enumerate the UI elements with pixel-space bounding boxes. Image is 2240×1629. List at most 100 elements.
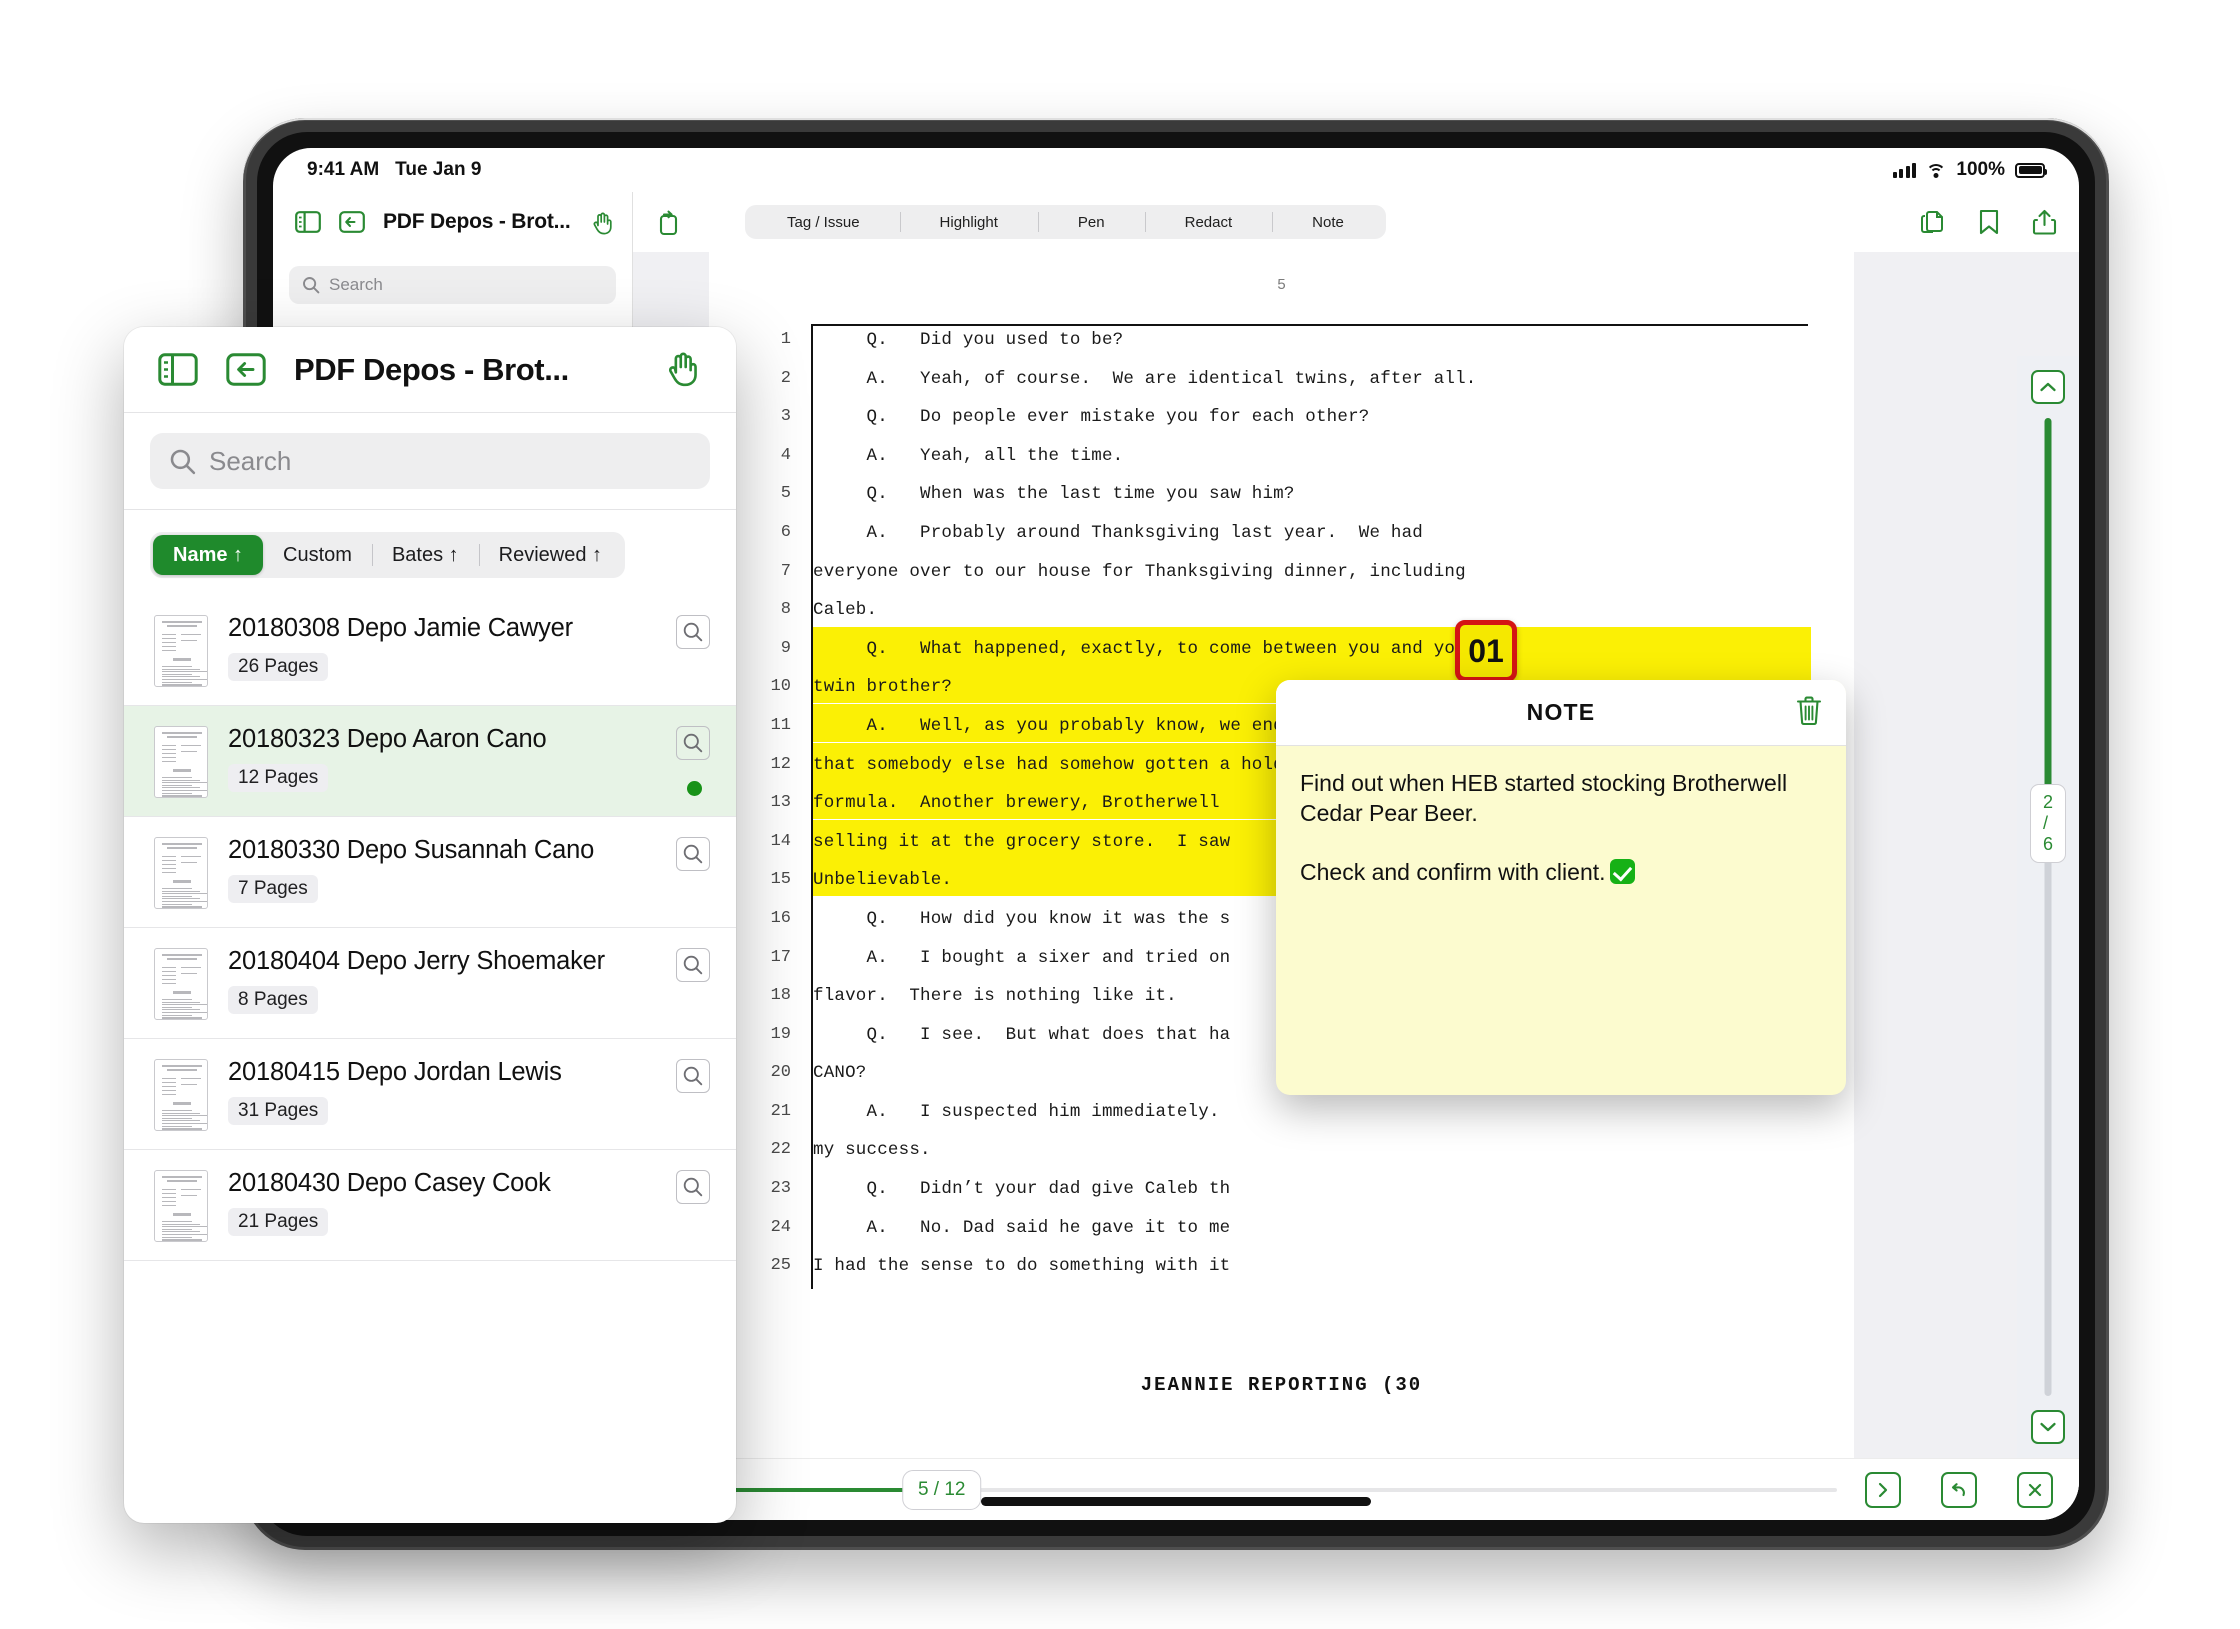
file-name: 20180308 Depo Jamie Cawyer	[228, 614, 573, 642]
page-title: PDF Depos - Brot...	[383, 210, 571, 233]
note-marker-01[interactable]: 01	[1455, 620, 1517, 682]
magnify-icon[interactable]	[676, 1059, 710, 1093]
transcript-line: 4 A. Yeah, all the time.	[765, 440, 1802, 479]
magnify-icon[interactable]	[676, 837, 710, 871]
files-overlay-panel[interactable]: PDF Depos - Brot... Search Name ↑ Custom…	[124, 327, 736, 1523]
chevron-up-icon	[2040, 382, 2056, 392]
sidebar-toggle-icon[interactable]	[158, 353, 198, 386]
transcript-line-text: everyone over to our house for Thanksgiv…	[813, 561, 1466, 582]
files-sort-row: Name ↑ Custom Bates ↑ Reviewed ↑	[124, 510, 736, 596]
magnify-icon[interactable]	[676, 948, 710, 982]
note-popup-body[interactable]: Find out when HEB started stocking Broth…	[1276, 746, 1846, 909]
sort-option-name[interactable]: Name ↑	[153, 535, 264, 575]
transcript-line-number: 21	[770, 1101, 791, 1121]
file-page-count: 7 Pages	[228, 875, 318, 904]
file-page-count: 8 Pages	[228, 986, 318, 1015]
battery-icon	[2015, 162, 2047, 178]
transcript-line-text: A. I suspected him immediately.	[813, 1101, 1220, 1122]
file-list-item[interactable]: 20180415 Depo Jordan Lewis 31 Pages	[124, 1039, 736, 1150]
chevron-right-icon	[1878, 1482, 1888, 1497]
transcript-line-number: 12	[770, 754, 791, 774]
screenshot-root: 9:41 AM Tue Jan 9 100% PDF Depos - Brot.…	[0, 0, 2240, 1629]
transcript-line: 6 A. Probably around Thanksgiving last y…	[765, 517, 1802, 556]
transcript-line-number: 18	[770, 986, 791, 1006]
close-button[interactable]	[2017, 1471, 2053, 1508]
file-list-item[interactable]: 20180308 Depo Jamie Cawyer 26 Pages	[124, 595, 736, 706]
note-paragraph-1: Find out when HEB started stocking Broth…	[1300, 770, 1788, 827]
scroll-position-badge: 2 / 6	[2029, 784, 2067, 863]
note-popup[interactable]: NOTE Find out when HEB started stocking …	[1276, 680, 1846, 1095]
magnify-icon[interactable]	[676, 615, 710, 649]
scroll-up-button[interactable]	[2031, 370, 2065, 404]
file-page-count: 12 Pages	[228, 764, 329, 793]
files-search-placeholder: Search	[209, 445, 292, 476]
note-popup-title: NOTE	[1526, 699, 1596, 725]
hand-tool-icon[interactable]	[662, 347, 702, 392]
pdf-viewer[interactable]: 5 1 Q. Did you used to be? 2 A. Yeah, of …	[633, 252, 2079, 1520]
file-page-count: 21 Pages	[228, 1208, 329, 1237]
trash-icon[interactable]	[1794, 694, 1824, 731]
file-name: 20180430 Depo Casey Cook	[228, 1169, 551, 1197]
toolbar-note[interactable]: Note	[1272, 205, 1384, 239]
toolbar-redact[interactable]: Redact	[1144, 205, 1273, 239]
copy-pages-icon[interactable]	[1918, 208, 1946, 236]
transcript-line: 1 Q. Did you used to be?	[765, 324, 1802, 363]
hand-tool-icon[interactable]	[589, 209, 615, 235]
transcript-line-number: 24	[770, 1217, 791, 1237]
file-list-item[interactable]: 20180404 Depo Jerry Shoemaker 8 Pages	[124, 928, 736, 1039]
files-panel-title: PDF Depos - Brot...	[294, 351, 569, 387]
transcript-line: 3 Q. Do people ever mistake you for each…	[765, 401, 1802, 440]
check-mark-icon	[1609, 858, 1635, 884]
bottom-action-buttons	[1865, 1471, 2053, 1508]
toolbar-pen[interactable]: Pen	[1037, 205, 1145, 239]
undo-button[interactable]	[1941, 1471, 1977, 1508]
next-page-button[interactable]	[1865, 1471, 1901, 1508]
scroll-thumb[interactable]	[2044, 418, 2052, 810]
sidebar-toggle-icon[interactable]	[295, 211, 321, 233]
transcript-line: 7 everyone over to our house for Thanksgi…	[765, 556, 1802, 595]
file-list-item[interactable]: 20180430 Depo Casey Cook 21 Pages	[124, 1150, 736, 1261]
sidebar-search-input[interactable]: Search	[289, 266, 616, 304]
share-icon[interactable]	[2032, 208, 2057, 236]
transcript-line-text: my success.	[813, 1140, 931, 1161]
scroll-track[interactable]	[2044, 418, 2052, 1396]
toolbar-highlight[interactable]: Highlight	[899, 205, 1038, 239]
scroll-down-button[interactable]	[2031, 1410, 2065, 1444]
close-icon	[2028, 1483, 2042, 1496]
sort-option-custom[interactable]: Custom	[263, 535, 372, 575]
back-arrow-icon[interactable]	[339, 211, 365, 233]
sort-option-bates[interactable]: Bates ↑	[371, 535, 479, 575]
transcript-line: 21 A. I suspected him immediately.	[765, 1096, 1802, 1135]
file-list-item[interactable]: 20180323 Depo Aaron Cano 12 Pages	[124, 706, 736, 817]
sort-option-reviewed[interactable]: Reviewed ↑	[478, 535, 622, 575]
status-time: 9:41 AM	[307, 159, 380, 180]
status-right-cluster: 100%	[1892, 159, 2047, 181]
files-list[interactable]: 20180308 Depo Jamie Cawyer 26 Pages 201803…	[124, 595, 736, 1523]
transcript-footer: JEANNIE REPORTING (30	[1140, 1374, 1423, 1396]
toolbar-tag-issue[interactable]: Tag / Issue	[747, 205, 900, 239]
file-meta: 20180415 Depo Jordan Lewis 31 Pages	[228, 1057, 656, 1126]
note-paragraph-2-text: Check and confirm with client.	[1300, 858, 1606, 885]
transcript-line: 9 Q. What happened, exactly, to come bet…	[765, 632, 1811, 672]
file-meta: 20180323 Depo Aaron Cano 12 Pages	[228, 724, 656, 793]
transcript-line-number: 8	[780, 600, 791, 620]
files-search-input[interactable]: Search	[150, 433, 710, 489]
file-list-item[interactable]: 20180330 Depo Susannah Cano 7 Pages	[124, 817, 736, 928]
rotate-page-icon[interactable]	[655, 208, 683, 236]
transcript-line-number: 7	[780, 561, 791, 581]
magnify-icon[interactable]	[676, 1170, 710, 1204]
transcript-line-text: A. No. Dad said he gave it to me	[813, 1217, 1231, 1238]
transcript-line-number: 9	[780, 638, 791, 658]
bookmark-icon[interactable]	[1978, 208, 2000, 236]
page-scroll-rail[interactable]: 2 / 6	[2017, 356, 2079, 1458]
cellular-signal-icon	[1892, 162, 1917, 178]
transcript-line-number: 6	[780, 522, 791, 542]
back-arrow-icon[interactable]	[226, 353, 266, 386]
magnify-icon[interactable]	[676, 726, 710, 760]
page-progress-slider[interactable]: 5 / 12	[659, 1459, 1837, 1521]
nav-action-icons	[1918, 208, 2057, 236]
transcript-line-number: 5	[780, 484, 791, 504]
home-indicator	[981, 1497, 1371, 1506]
transcript-line-number: 19	[770, 1024, 791, 1044]
app-navigation-bar: PDF Depos - Brot... Tag / Issue Highligh…	[273, 192, 2079, 252]
